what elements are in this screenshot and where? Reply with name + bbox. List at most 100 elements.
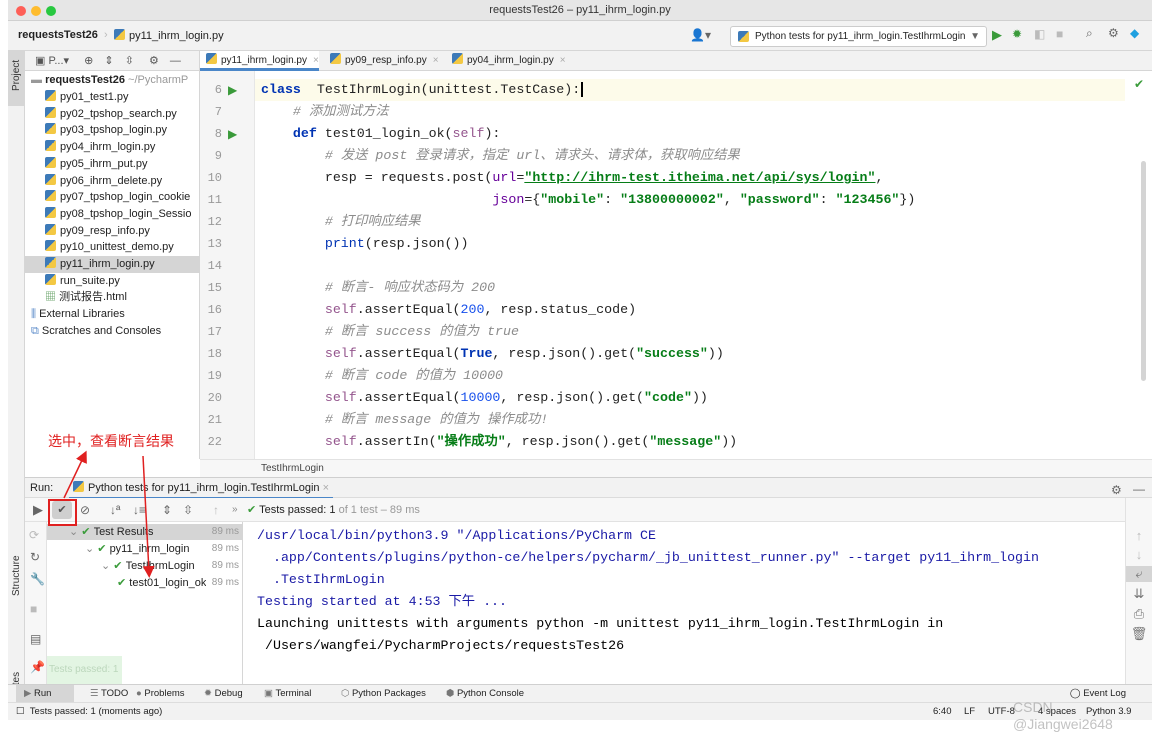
run-gutter-icon[interactable]: ▶ xyxy=(228,83,237,97)
test-tree-item[interactable]: ✔ test01_login_ok 89 ms xyxy=(117,575,243,591)
collapse-all-icon[interactable]: ⇳ xyxy=(125,55,134,67)
tab-label: py11_ihrm_login.py xyxy=(221,55,307,66)
code-breadcrumb[interactable]: TestIhrmLogin xyxy=(200,459,1152,477)
editor-scrollbar[interactable] xyxy=(1141,161,1146,381)
editor-tab[interactable]: py04_ihrm_login.py × xyxy=(446,51,566,71)
trash-icon[interactable]: 🗑 xyxy=(1126,626,1152,642)
file-item[interactable]: py11_ihrm_login.py xyxy=(45,256,200,273)
show-ignored-icon[interactable]: ⊘ xyxy=(80,498,90,522)
expand-all-icon[interactable]: ⇕ xyxy=(162,498,172,522)
user-icon[interactable]: 👤▾ xyxy=(690,28,711,42)
locate-icon[interactable]: ⊕ xyxy=(84,55,93,67)
previous-failed-icon[interactable]: ↑ xyxy=(213,498,219,522)
caret-position[interactable]: 6:40 xyxy=(933,703,952,720)
gear-icon[interactable]: ⚙ xyxy=(1111,480,1122,500)
file-item[interactable]: py08_tpshop_login_Sessio xyxy=(45,206,200,223)
breadcrumb-file[interactable]: py11_ihrm_login.py xyxy=(114,29,224,42)
tool-tab-run[interactable]: ▶ Run xyxy=(24,685,51,702)
file-item[interactable]: py10_unittest_demo.py xyxy=(45,239,200,256)
tool-tab-label: Python Packages xyxy=(351,688,426,699)
test-tree-item[interactable]: ⌄ ✔ TestIhrmLogin 89 ms xyxy=(101,558,243,574)
file-item[interactable]: py01_test1.py xyxy=(45,89,200,106)
stop-icon[interactable]: ■ xyxy=(1056,27,1063,41)
coverage-icon[interactable]: ◧ xyxy=(1034,27,1045,41)
tree-root[interactable]: ▬ requestsTest26 ~/PycharmP xyxy=(31,72,188,89)
wrench-icon[interactable]: 🔧 xyxy=(30,572,45,586)
chevron-down-icon[interactable]: ⌄ xyxy=(69,526,81,538)
stop-icon[interactable]: ■ xyxy=(30,602,37,616)
run-tab[interactable]: Python tests for py11_ihrm_login.TestIhr… xyxy=(69,478,334,499)
inspection-ok-icon[interactable]: ✔ xyxy=(1134,77,1144,91)
file-item[interactable]: py02_tpshop_search.py xyxy=(45,106,200,123)
tree-extra-item[interactable]: ⫼ External Libraries xyxy=(31,306,125,323)
scroll-to-end-icon[interactable]: ⇊ xyxy=(1126,586,1152,602)
tool-tab-debug[interactable]: ✹ Debug xyxy=(204,685,243,702)
soft-wrap-icon[interactable]: ⤶ xyxy=(1126,566,1152,582)
maximize-window-button[interactable] xyxy=(46,6,56,16)
file-item[interactable]: py03_tpshop_login.py xyxy=(45,122,200,139)
file-item[interactable]: py06_ihrm_delete.py xyxy=(45,173,200,190)
sort-by-duration-icon[interactable]: ↓≡ xyxy=(133,498,146,522)
gear-icon[interactable]: ⚙ xyxy=(1108,26,1119,40)
breadcrumb-project[interactable]: requestsTest26 xyxy=(18,29,98,41)
panel-view-dropdown[interactable]: ▣ P...▾ xyxy=(35,55,69,67)
sort-alphabetically-icon[interactable]: ↓ª xyxy=(110,498,120,522)
editor-tab[interactable]: py09_resp_info.py × xyxy=(324,51,439,71)
project-tool-label[interactable]: Project xyxy=(11,60,22,91)
minimize-window-button[interactable] xyxy=(31,6,41,16)
run-configuration-select[interactable]: Python tests for py11_ihrm_login.TestIhr… xyxy=(730,26,987,47)
file-name: py11_ihrm_login.py xyxy=(60,258,155,270)
tool-tab-python-packages[interactable]: ⬡ Python Packages xyxy=(341,685,426,702)
close-tab-icon[interactable]: × xyxy=(560,55,566,66)
file-item[interactable]: ▦ 测试报告.html xyxy=(45,289,200,306)
tree-extra-item[interactable]: ⧉ Scratches and Consoles xyxy=(31,323,161,340)
close-tab-icon[interactable]: × xyxy=(323,482,329,494)
layout-icon[interactable]: ▤ xyxy=(30,632,41,646)
close-tab-icon[interactable]: × xyxy=(433,55,439,66)
run-gutter-icon[interactable]: ▶ xyxy=(228,127,237,141)
debug-icon[interactable]: ✹ xyxy=(1012,27,1022,41)
tool-tab-todo[interactable]: ☰ TODO xyxy=(90,685,128,702)
structure-tool-label[interactable]: Structure xyxy=(11,555,22,596)
file-item[interactable]: py07_tpshop_login_cookie xyxy=(45,189,200,206)
collapse-all-icon[interactable]: ⇳ xyxy=(183,498,193,522)
pin-icon[interactable]: 📌 xyxy=(30,660,45,674)
rerun-icon[interactable]: ▶ xyxy=(33,498,43,522)
line-number: 20 xyxy=(207,391,222,405)
expand-all-icon[interactable]: ⇕ xyxy=(104,55,113,67)
scroll-down-icon[interactable]: ↓ xyxy=(1126,547,1152,562)
rerun-failed-icon[interactable]: ⟳ xyxy=(29,528,39,542)
print-icon[interactable]: ⎙ xyxy=(1126,606,1152,622)
status-message[interactable]: ☐ Tests passed: 1 (moments ago) xyxy=(16,703,162,720)
run-icon[interactable]: ▶ xyxy=(992,27,1002,43)
file-encoding[interactable]: UTF-8 xyxy=(988,703,1015,720)
file-item[interactable]: py05_ihrm_put.py xyxy=(45,156,200,173)
passed-icon: ✔ xyxy=(81,526,94,538)
editor-tab[interactable]: py11_ihrm_login.py × xyxy=(200,51,319,71)
test-tree-item[interactable]: ⌄ ✔ py11_ihrm_login 89 ms xyxy=(85,541,243,557)
close-tab-icon[interactable]: × xyxy=(313,55,319,66)
console-output[interactable]: /usr/local/bin/python3.9 "/Applications/… xyxy=(244,522,1125,684)
code-editor[interactable]: ✔ class TestIhrmLogin(unittest.TestCase)… xyxy=(255,71,1152,459)
test-tree-item[interactable]: ⌄ ✔ Test Results 89 ms xyxy=(69,524,243,540)
toggle-auto-test-icon[interactable]: ↻ xyxy=(30,550,40,564)
file-item[interactable]: py09_resp_info.py xyxy=(45,223,200,240)
scroll-up-icon[interactable]: ↑ xyxy=(1126,528,1152,543)
search-icon[interactable]: ⌕ xyxy=(1086,26,1093,41)
gear-icon[interactable]: ⚙ xyxy=(149,55,159,67)
file-item[interactable]: py04_ihrm_login.py xyxy=(45,139,200,156)
hide-icon[interactable]: — xyxy=(170,55,181,67)
file-item[interactable]: run_suite.py xyxy=(45,273,200,290)
close-window-button[interactable] xyxy=(16,6,26,16)
chevron-down-icon[interactable]: ⌄ xyxy=(85,543,97,555)
tool-tab-terminal[interactable]: ▣ Terminal xyxy=(264,685,311,702)
hide-icon[interactable]: — xyxy=(1133,479,1145,499)
tool-tab-problems[interactable]: ● Problems xyxy=(136,685,185,702)
line-separator[interactable]: LF xyxy=(964,703,975,720)
test-status: ✔ Tests passed: 1 of 1 test – 89 ms xyxy=(247,498,420,522)
chevron-down-icon[interactable]: ⌄ xyxy=(101,560,113,572)
tool-tab-python-console[interactable]: ⬢ Python Console xyxy=(446,685,524,702)
more-icon[interactable]: » xyxy=(232,498,238,522)
code-line: def test01_login_ok(self): xyxy=(261,123,501,145)
